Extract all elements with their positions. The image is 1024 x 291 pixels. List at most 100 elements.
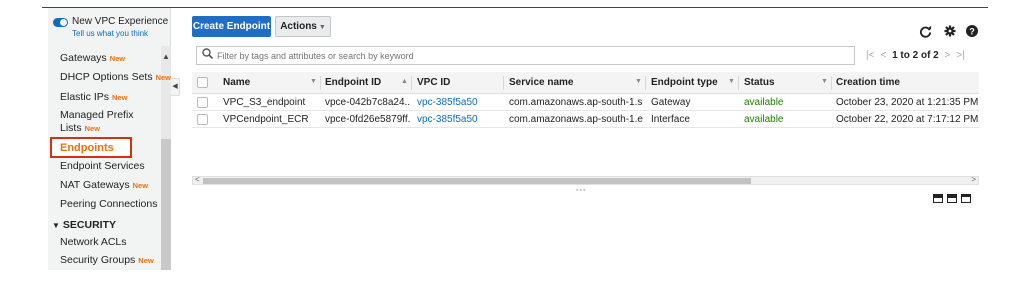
sort-icon[interactable]: ▼ (821, 78, 828, 85)
new-badge: New (109, 54, 126, 63)
search-icon (202, 48, 214, 62)
cell-creation-time: October 23, 2020 at 1:21:35 PM UTC (836, 97, 979, 108)
column-divider[interactable] (320, 76, 321, 90)
cell-creation-time: October 22, 2020 at 7:17:12 PM UTC (836, 114, 979, 125)
new-vpc-experience-label: New VPC Experience (72, 16, 169, 27)
create-endpoint-button[interactable]: Create Endpoint (192, 16, 271, 37)
cell-vpc-id-link[interactable]: vpc-385f5a50 (417, 114, 501, 125)
svg-text:?: ? (969, 26, 975, 36)
pagination: |< < 1 to 2 of 2 > >| (863, 50, 968, 61)
sort-icon[interactable]: ▼ (310, 78, 317, 85)
row-checkbox[interactable] (197, 114, 208, 125)
sidebar-item-elastic-ips[interactable]: Elastic IPs New (60, 91, 127, 103)
next-page-icon[interactable]: > (945, 50, 951, 61)
actions-dropdown-button[interactable]: Actions ▼ (275, 16, 331, 37)
new-badge: New (84, 124, 101, 133)
table-horizontal-scrollbar[interactable]: < > (192, 175, 979, 185)
chevron-down-icon: ▼ (318, 24, 326, 31)
refresh-icon[interactable] (919, 25, 932, 40)
collapse-sidebar-button[interactable]: ◀ (171, 78, 180, 96)
sidebar-item-label: Elastic IPs (60, 91, 110, 103)
column-header-status[interactable]: Status (744, 77, 775, 88)
sidebar-item-dhcp-options-sets[interactable]: DHCP Options Sets New (60, 71, 171, 83)
sidebar-item-label: DHCP Options Sets (60, 71, 153, 83)
sidebar-item-peering-connections[interactable]: Peering Connections (60, 198, 157, 210)
gear-icon[interactable] (944, 25, 956, 39)
column-header-creation-time[interactable]: Creation time (836, 77, 900, 88)
sidebar-item-managed-prefix-lists[interactable]: Managed Prefix Lists New (60, 109, 134, 134)
sidebar-item-label: Managed Prefix (60, 109, 134, 121)
row-checkbox[interactable] (197, 97, 208, 108)
table-header: Name ▼ Endpoint ID ▲ VPC ID Service name… (192, 72, 979, 94)
sidebar-item-label: Endpoint Services (60, 160, 145, 172)
column-divider[interactable] (831, 76, 832, 90)
column-header-endpoint-type[interactable]: Endpoint type (651, 77, 718, 88)
sidebar-item-endpoints[interactable]: Endpoints (50, 137, 132, 158)
new-badge: New (132, 181, 149, 190)
sidebar-item-nat-gateways[interactable]: NAT Gateways New (60, 179, 148, 191)
table-row[interactable]: VPC_S3_endpoint vpce-042b7c8a24... vpc-3… (192, 95, 979, 111)
cell-service-name: com.amazonaws.ap-south-1.s3 (509, 97, 643, 108)
panel-layout-switcher (933, 194, 975, 204)
cell-endpoint-type: Gateway (651, 97, 691, 108)
sidebar-item-network-acls[interactable]: Network ACLs (60, 236, 127, 248)
sidebar-section-security[interactable]: ▼ SECURITY (52, 219, 116, 231)
new-vpc-experience-toggle[interactable] (53, 18, 68, 27)
scroll-left-arrow-icon[interactable]: < (195, 175, 200, 184)
sidebar-item-gateways[interactable]: Gateways New (60, 52, 125, 64)
table-row[interactable]: VPCendpoint_ECR vpce-0fd26e5879ff... vpc… (192, 112, 979, 128)
new-badge: New (155, 73, 172, 82)
sidebar-item-endpoint-services[interactable]: Endpoint Services (60, 160, 145, 172)
select-all-checkbox[interactable] (197, 77, 208, 88)
horizontal-scrollbar-thumb[interactable] (203, 178, 751, 184)
column-header-vpc-id[interactable]: VPC ID (417, 77, 450, 88)
layout-bottom-panel-icon[interactable] (933, 194, 943, 203)
sidebar-item-label: Network ACLs (60, 236, 127, 248)
column-divider[interactable] (645, 76, 646, 90)
section-header-label: SECURITY (62, 219, 117, 231)
last-page-icon[interactable]: >| (956, 50, 964, 61)
help-icon[interactable]: ? (966, 25, 978, 39)
search-input[interactable] (217, 49, 837, 62)
column-divider[interactable] (503, 76, 504, 90)
resize-grip-icon[interactable]: ▪▪▪ (576, 187, 586, 194)
sort-ascending-icon[interactable]: ▲ (401, 78, 408, 85)
layout-split-panel-icon[interactable] (947, 194, 957, 203)
sort-icon[interactable]: ▼ (728, 78, 735, 85)
cell-status: available (744, 114, 784, 125)
new-badge: New (138, 256, 154, 265)
first-page-icon[interactable]: |< (866, 50, 874, 61)
cell-endpoint-id: vpce-0fd26e5879ff... (325, 114, 410, 125)
pagination-text: 1 to 2 of 2 (892, 50, 939, 61)
sidebar-item-label: Endpoints (60, 142, 114, 154)
column-header-name[interactable]: Name (223, 77, 250, 88)
endpoints-table: Name ▼ Endpoint ID ▲ VPC ID Service name… (192, 72, 979, 176)
filter-search-box[interactable] (196, 46, 855, 65)
feedback-link[interactable]: Tell us what you think (72, 29, 148, 38)
sidebar-scrollbar-thumb[interactable] (161, 139, 171, 270)
sidebar-item-label: Security Groups (60, 254, 136, 266)
column-header-endpoint-id[interactable]: Endpoint ID (325, 77, 381, 88)
new-badge: New (112, 93, 128, 102)
sidebar-item-label: NAT Gateways (60, 179, 130, 191)
scroll-up-arrow-icon[interactable]: ▲ (162, 52, 170, 61)
layout-full-panel-icon[interactable] (961, 194, 971, 203)
column-header-service-name[interactable]: Service name (509, 77, 574, 88)
sidebar-item-label-line2: Lists (60, 122, 82, 134)
cell-name: VPC_S3_endpoint (223, 97, 306, 108)
actions-label: Actions (280, 21, 317, 32)
sidebar-item-label: Peering Connections (60, 198, 158, 210)
column-divider[interactable] (738, 76, 739, 90)
top-divider (42, 7, 988, 8)
sidebar-item-label: Gateways (60, 52, 107, 64)
scroll-right-arrow-icon[interactable]: > (971, 175, 976, 184)
cell-endpoint-id: vpce-042b7c8a24... (325, 97, 410, 108)
prev-page-icon[interactable]: < (880, 50, 886, 61)
cell-name: VPCendpoint_ECR (223, 114, 309, 125)
column-divider[interactable] (411, 76, 412, 90)
sort-icon[interactable]: ▼ (635, 78, 642, 85)
cell-vpc-id-link[interactable]: vpc-385f5a50 (417, 97, 501, 108)
new-vpc-experience-toggle-group: New VPC Experience Tell us what you thin… (53, 15, 168, 43)
sidebar-item-security-groups[interactable]: Security Groups New (60, 254, 154, 266)
cell-service-name: com.amazonaws.ap-south-1.ec... (509, 114, 643, 125)
